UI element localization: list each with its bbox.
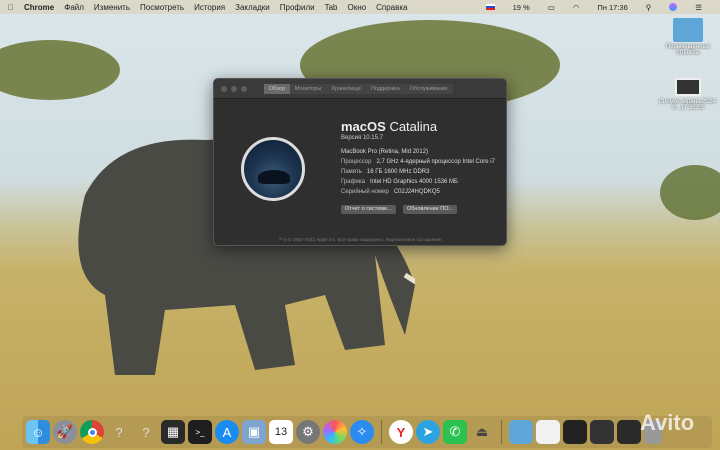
- desktop-screenshot-label: Снимок экрана 2024-0...17.36.53: [658, 99, 718, 111]
- menu-bar:  Chrome Файл Изменить Посмотреть Истори…: [0, 0, 720, 14]
- unknown-app-icon[interactable]: ?: [107, 420, 131, 444]
- document-icon[interactable]: [536, 420, 560, 444]
- terminal-icon[interactable]: >_: [188, 420, 212, 444]
- tab-bar: Обзор Мониторы Хранилище Поддержка Обслу…: [264, 84, 453, 94]
- airdrop-icon[interactable]: ⏏: [470, 420, 494, 444]
- spec-label: Серийный номер: [341, 189, 389, 195]
- spec-label: Процессор: [341, 159, 372, 165]
- about-this-mac-window: Обзор Мониторы Хранилище Поддержка Обслу…: [213, 78, 507, 246]
- menu-tab[interactable]: Tab: [325, 3, 338, 12]
- os-name: macOS Catalina: [341, 119, 437, 134]
- dock: ☺ 🚀 ? ? ▦ >_ A ▣ 13 ⚙ ✧ Y ➤ ✆ ⏏: [22, 416, 712, 448]
- spec-value: Intel HD Graphics 4000 1536 МБ: [369, 179, 458, 185]
- spec-label: Графика: [341, 179, 365, 185]
- tree: [0, 40, 120, 100]
- minimize-button[interactable]: [231, 86, 237, 92]
- macos-catalina-logo: [241, 137, 305, 201]
- telegram-icon[interactable]: ➤: [416, 420, 440, 444]
- avito-watermark: Avito: [640, 410, 695, 435]
- battery-percent[interactable]: 19 %: [513, 3, 530, 12]
- screenshot-icon[interactable]: [563, 420, 587, 444]
- menu-edit[interactable]: Изменить: [94, 3, 130, 12]
- chrome-icon[interactable]: [80, 420, 104, 444]
- folder-icon: [673, 18, 703, 42]
- menu-help[interactable]: Справка: [376, 3, 407, 12]
- software-update-button[interactable]: Обновление ПО...: [403, 205, 458, 214]
- yandex-browser-icon[interactable]: Y: [389, 420, 413, 444]
- siri-icon[interactable]: [669, 3, 678, 11]
- close-button[interactable]: [221, 86, 227, 92]
- folder-icon[interactable]: [509, 420, 533, 444]
- whatsapp-icon[interactable]: ✆: [443, 420, 467, 444]
- input-source-flag-icon[interactable]: [485, 4, 495, 10]
- system-preferences-icon[interactable]: ⚙: [296, 420, 320, 444]
- spec-memory: Память 16 ГБ 1600 MHz DDR3: [341, 169, 429, 175]
- mission-control-icon[interactable]: ▦: [161, 420, 185, 444]
- tab-support[interactable]: Поддержка: [366, 84, 405, 94]
- app-store-icon[interactable]: A: [215, 420, 239, 444]
- tab-displays[interactable]: Мониторы: [290, 84, 326, 94]
- preview-icon[interactable]: ▣: [242, 420, 266, 444]
- menu-app-name[interactable]: Chrome: [24, 3, 54, 12]
- tree: [660, 165, 720, 220]
- spec-value: 16 ГБ 1600 MHz DDR3: [366, 169, 430, 175]
- spec-value: C02J24HQDKQ5: [393, 189, 440, 195]
- screenshot-thumbnail-icon: [675, 78, 701, 96]
- copyright-footer: ™ и © 1983–2022 Apple Inc. Все права защ…: [278, 237, 442, 242]
- menu-bookmarks[interactable]: Закладки: [235, 3, 270, 12]
- menu-profiles[interactable]: Профили: [280, 3, 315, 12]
- os-name-release: Catalina: [389, 119, 438, 134]
- spec-label: Память: [341, 169, 362, 175]
- spec-graphics: Графика Intel HD Graphics 4000 1536 МБ: [341, 179, 458, 185]
- screenshot-icon[interactable]: [590, 420, 614, 444]
- apple-menu-icon[interactable]: : [8, 3, 14, 12]
- spec-value: 2,7 GHz 4-ядерный процессор Intel Core i…: [376, 159, 495, 165]
- title-bar[interactable]: Обзор Мониторы Хранилище Поддержка Обслу…: [214, 79, 506, 99]
- tab-overview[interactable]: Обзор: [264, 84, 290, 94]
- spec-serial: Серийный номер C02J24HQDKQ5: [341, 189, 440, 195]
- launchpad-icon[interactable]: 🚀: [53, 420, 77, 444]
- zoom-button[interactable]: [241, 86, 247, 92]
- photos-icon[interactable]: [323, 420, 347, 444]
- desktop-folder[interactable]: Перемещенные объекты: [658, 18, 718, 56]
- os-version: Версия 10.15.7: [341, 135, 383, 141]
- os-name-bold: macOS: [341, 119, 386, 134]
- notification-center-icon[interactable]: ☰: [695, 3, 702, 12]
- wifi-icon[interactable]: ◠: [573, 3, 580, 12]
- desktop-folder-label: Перемещенные объекты: [665, 44, 711, 56]
- menu-file[interactable]: Файл: [64, 3, 84, 12]
- unknown-app-icon[interactable]: ?: [134, 420, 158, 444]
- model: MacBook Pro (Retina, Mid 2012): [341, 149, 429, 155]
- finder-icon[interactable]: ☺: [26, 420, 50, 444]
- spotlight-icon[interactable]: ⚲: [646, 3, 652, 12]
- dock-separator: [381, 420, 382, 444]
- clock[interactable]: Пн 17:36: [597, 3, 627, 12]
- menu-window[interactable]: Окно: [348, 3, 367, 12]
- spec-processor: Процессор 2,7 GHz 4-ядерный процессор Int…: [341, 159, 495, 165]
- tab-storage[interactable]: Хранилище: [326, 84, 366, 94]
- tab-service[interactable]: Обслуживание: [405, 84, 453, 94]
- desktop-screenshot[interactable]: Снимок экрана 2024-0...17.36.53: [658, 78, 718, 111]
- menu-view[interactable]: Посмотреть: [140, 3, 184, 12]
- system-report-button[interactable]: Отчет о системе...: [341, 205, 396, 214]
- safari-icon[interactable]: ✧: [350, 420, 374, 444]
- calendar-icon[interactable]: 13: [269, 420, 293, 444]
- menu-history[interactable]: История: [194, 3, 225, 12]
- screenshot-icon[interactable]: [617, 420, 641, 444]
- battery-icon[interactable]: ▭: [548, 3, 555, 12]
- dock-separator: [501, 420, 502, 444]
